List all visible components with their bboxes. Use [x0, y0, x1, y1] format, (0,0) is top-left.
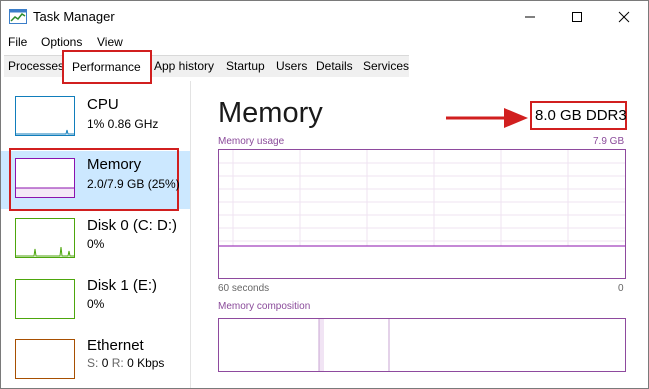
tab-details[interactable]: Details	[316, 59, 353, 73]
tab-bar: Processes Performance App history Startu…	[1, 50, 648, 84]
memory-label: Memory	[87, 156, 142, 173]
sidebar-item-disk-1[interactable]: Disk 1 (E:) 0%	[1, 273, 191, 333]
cpu-stats: 1% 0.86 GHz	[87, 117, 159, 131]
memory-composition-bar	[218, 318, 626, 372]
ethernet-send-value: 0	[101, 356, 109, 370]
disk-0-stats: 0%	[87, 237, 105, 251]
usage-area	[219, 246, 625, 278]
ethernet-thumbnail	[15, 339, 75, 379]
composition-label: Memory composition	[218, 301, 311, 312]
sidebar-item-disk-0[interactable]: Disk 0 (C: D:) 0%	[1, 211, 191, 271]
tab-services[interactable]: Services	[363, 59, 409, 73]
memory-usage-plot	[219, 150, 625, 278]
time-axis-end: 0	[618, 283, 624, 294]
page-title: Memory	[218, 97, 323, 129]
memory-composition-plot	[219, 319, 390, 371]
minimize-icon	[525, 16, 535, 18]
memory-spec: 8.0 GB DDR3	[535, 107, 627, 124]
disk-1-thumbnail	[15, 279, 75, 319]
ethernet-label: Ethernet	[87, 337, 144, 354]
maximize-button[interactable]	[554, 1, 600, 32]
tab-app-history[interactable]: App history	[154, 59, 214, 73]
tab-performance-label: Performance	[72, 60, 141, 74]
maximize-icon	[572, 12, 582, 22]
annotation-arrow-icon	[446, 108, 528, 128]
tab-startup[interactable]: Startup	[226, 59, 265, 73]
menu-bar: File Options View	[1, 32, 648, 52]
disk-1-stats: 0%	[87, 297, 105, 311]
minimize-button[interactable]	[507, 1, 553, 32]
performance-sidebar: CPU 1% 0.86 GHz Memory 2.0/7.9 GB (25%) …	[1, 81, 191, 388]
time-axis-start: 60 seconds	[218, 283, 270, 294]
sidebar-item-ethernet[interactable]: Ethernet S: 0 R: 0 Kbps	[1, 334, 191, 388]
menu-options[interactable]: Options	[41, 35, 82, 49]
cpu-thumbnail	[15, 96, 75, 136]
tab-performance[interactable]: Performance	[62, 50, 152, 84]
ethernet-send-label: S:	[87, 356, 99, 370]
menu-file[interactable]: File	[8, 35, 27, 49]
window-title: Task Manager	[33, 9, 115, 24]
tab-users[interactable]: Users	[276, 59, 307, 73]
ethernet-receive-value: 0 Kbps	[127, 356, 165, 370]
ethernet-stats: S: 0 R: 0 Kbps	[87, 356, 164, 370]
close-icon	[618, 11, 630, 23]
memory-usage-graph	[218, 149, 626, 279]
usage-graph-max: 7.9 GB	[593, 136, 625, 147]
disk-1-label: Disk 1 (E:)	[87, 277, 158, 294]
menu-view[interactable]: View	[97, 35, 123, 49]
tab-processes[interactable]: Processes	[8, 59, 64, 73]
task-manager-icon	[9, 9, 27, 24]
memory-spec-annotation: 8.0 GB DDR3	[530, 101, 627, 130]
composition-modified	[319, 319, 324, 371]
usage-graph-label: Memory usage	[218, 136, 285, 147]
title-bar: Task Manager	[1, 1, 648, 32]
disk-0-label: Disk 0 (C: D:)	[87, 217, 177, 234]
disk-0-thumbnail	[15, 218, 75, 258]
ethernet-receive-label: R:	[111, 356, 124, 370]
close-button[interactable]	[601, 1, 647, 32]
sidebar-item-memory[interactable]: Memory 2.0/7.9 GB (25%)	[1, 151, 191, 211]
task-manager-window: Task Manager File Options View Processes…	[0, 0, 649, 389]
composition-in-use	[219, 319, 319, 371]
cpu-label: CPU	[87, 96, 119, 113]
sidebar-item-cpu[interactable]: CPU 1% 0.86 GHz	[1, 86, 191, 146]
memory-thumbnail	[15, 158, 75, 198]
memory-stats: 2.0/7.9 GB (25%)	[87, 177, 180, 191]
